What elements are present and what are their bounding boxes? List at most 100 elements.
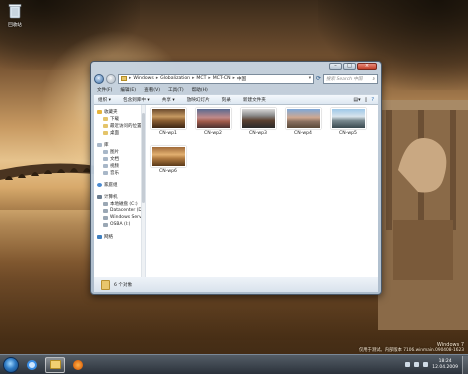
new-folder-button[interactable]: 新建文件夹 [243, 97, 266, 103]
nav-item[interactable]: 库 [94, 141, 145, 148]
file-item[interactable]: CN-wp3 [239, 108, 277, 136]
file-item[interactable]: CN-wp4 [284, 108, 322, 136]
address-bar[interactable]: ▸ Windows ▸ Globalization ▸ MCT ▸ MCT-CN… [118, 73, 314, 84]
address-row: ‹ › ▸ Windows ▸ Globalization ▸ MCT ▸ MC… [94, 72, 378, 85]
file-name: CN-wp4 [294, 131, 312, 136]
nav-item[interactable]: 音乐 [94, 169, 145, 176]
folder-icon [103, 123, 108, 128]
file-item[interactable]: CN-wp2 [194, 108, 232, 136]
nav-item-label: 库 [104, 142, 109, 148]
folder-icon [101, 279, 110, 290]
share-button[interactable]: 共享 ▾ [162, 97, 175, 103]
nav-item[interactable]: 家庭组 [94, 181, 145, 188]
nav-item[interactable]: 图片 [94, 148, 145, 155]
nav-item-label: 网络 [104, 234, 113, 240]
homegroup-icon [97, 182, 102, 187]
refresh-icon[interactable]: ⟳ [316, 75, 321, 82]
breadcrumb-windows[interactable]: Windows [133, 76, 154, 81]
file-item[interactable]: CN-wp6 [149, 146, 187, 174]
build-watermark: Windows 7 仅用于测试。内部版本 7106.winmain.090408… [359, 342, 464, 354]
start-button[interactable] [3, 356, 19, 373]
content-area: 收藏夹 下载 最近访问的位置 桌面库图片 文档 视频 音乐家庭组计算机 本地磁盘 (C:) Da… [94, 105, 378, 277]
nav-item[interactable]: 收藏夹 [94, 108, 145, 115]
folder-icon [103, 130, 108, 135]
organize-button[interactable]: 组织 ▾ [98, 97, 111, 103]
navigation-pane: 收藏夹 下载 最近访问的位置 桌面库图片 文档 视频 音乐家庭组计算机 本地磁盘 (C:) Da… [94, 105, 146, 277]
nav-item-label: Datacenter (D:) [110, 208, 145, 213]
drive-icon [103, 215, 108, 220]
drive-icon [103, 208, 108, 213]
videos-icon [103, 163, 108, 168]
nav-item[interactable]: OSBA (I:) [94, 221, 145, 228]
file-list: CN-wp1 CN-wp2 CN-wp3 CN-wp4 CN-wp5 CN-wp6 [146, 105, 378, 277]
nav-item-label: 桌面 [110, 130, 119, 136]
drive-icon [103, 201, 108, 206]
nav-item-label: 视频 [110, 163, 119, 169]
search-input[interactable]: 搜索 Search 中国 ⌕ [323, 73, 378, 84]
nav-item[interactable]: 最近访问的位置 [94, 122, 145, 129]
help-icon[interactable]: ? [371, 97, 374, 103]
file-item[interactable]: CN-wp1 [149, 108, 187, 136]
file-name: CN-wp1 [159, 131, 177, 136]
forward-button[interactable]: › [106, 73, 116, 84]
library-icon [97, 142, 102, 147]
minimize-button[interactable]: – [329, 63, 342, 70]
menu-tools[interactable]: 工具(T) [168, 87, 184, 93]
explorer-window: – □ × ‹ › ▸ Windows ▸ Globalization ▸ MC… [90, 61, 382, 295]
media-player-icon [73, 359, 83, 370]
nav-item[interactable]: 视频 [94, 162, 145, 169]
breadcrumb-current[interactable]: 中国 [237, 76, 246, 82]
nav-item-label: 音乐 [110, 170, 119, 176]
slideshow-button[interactable]: 放映幻灯片 [187, 97, 210, 103]
views-icon[interactable]: ▤▾ [353, 97, 360, 103]
breadcrumb-mct[interactable]: MCT [196, 76, 206, 81]
nav-scrollbar[interactable] [141, 105, 145, 277]
nav-item[interactable]: 计算机 [94, 193, 145, 200]
nav-item[interactable]: 下载 [94, 115, 145, 122]
close-button[interactable]: × [357, 63, 377, 70]
menu-help[interactable]: 帮助(H) [192, 87, 208, 93]
music-icon [103, 170, 108, 175]
taskbar-explorer-button[interactable] [45, 356, 65, 373]
show-desktop-button[interactable] [462, 355, 468, 374]
taskbar-ie-button[interactable] [22, 357, 42, 373]
maximize-button[interactable]: □ [343, 63, 356, 70]
volume-tray-icon[interactable] [414, 362, 420, 367]
computer-icon [97, 194, 102, 199]
breadcrumb-globalization[interactable]: Globalization [160, 76, 190, 81]
recycle-bin-desktop-icon[interactable]: 回收站 [3, 3, 27, 28]
folder-icon [103, 116, 108, 121]
nav-item[interactable]: 文档 [94, 155, 145, 162]
wallpaper-stone-lion [378, 100, 468, 330]
search-icon: ⌕ [372, 76, 375, 82]
nav-item-label: 最近访问的位置 [110, 123, 142, 129]
network-tray-icon[interactable] [405, 362, 411, 367]
burn-button[interactable]: 刻录 [222, 97, 231, 103]
file-item[interactable]: CN-wp5 [329, 108, 367, 136]
include-in-library-button[interactable]: 包含到库中 ▾ [123, 97, 150, 103]
explorer-icon [49, 360, 61, 369]
recycle-bin-label: 回收站 [8, 23, 22, 28]
folder-icon [121, 76, 127, 81]
menu-file[interactable]: 文件(F) [97, 87, 112, 93]
nav-item[interactable]: Windows Server [94, 214, 145, 221]
nav-scrollbar-thumb[interactable] [142, 113, 145, 203]
system-tray: 18:24 12.04.2009 [405, 359, 462, 371]
nav-item[interactable]: Datacenter (D:) [94, 207, 145, 214]
menu-edit[interactable]: 编辑(E) [120, 87, 136, 93]
star-icon [97, 109, 102, 114]
menu-view[interactable]: 查看(V) [144, 87, 160, 93]
taskbar-media-player-button[interactable] [68, 357, 88, 373]
breadcrumb-mct-cn[interactable]: MCT-CN [213, 76, 231, 81]
nav-item[interactable]: 网络 [94, 233, 145, 240]
back-button[interactable]: ‹ [94, 73, 104, 84]
action-center-tray-icon[interactable] [423, 362, 429, 367]
clock-date: 12.04.2009 [432, 364, 458, 370]
network-icon [97, 234, 102, 239]
nav-item[interactable]: 桌面 [94, 129, 145, 136]
nav-item[interactable]: 本地磁盘 (C:) [94, 200, 145, 207]
preview-pane-icon[interactable]: ▯ [365, 97, 368, 103]
clock[interactable]: 18:24 12.04.2009 [432, 359, 458, 371]
pictures-icon [103, 149, 108, 154]
nav-item-label: 计算机 [104, 194, 118, 200]
